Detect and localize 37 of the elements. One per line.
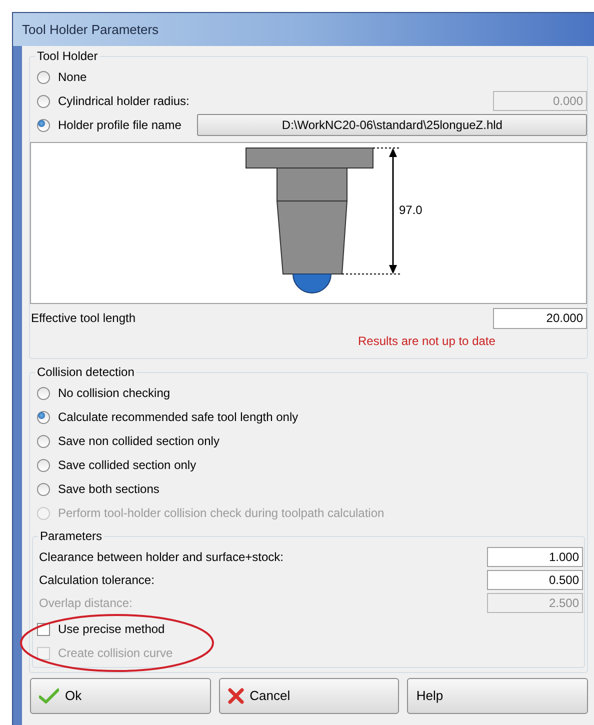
- group-title: Tool Holder: [36, 48, 99, 65]
- file-button[interactable]: D:\WorkNC20-06\standard\25longueZ.hld: [197, 114, 587, 136]
- close-icon: [228, 688, 244, 704]
- radio-button[interactable]: [37, 118, 50, 132]
- group-title: Collision detection: [36, 364, 136, 381]
- radio-button[interactable]: [37, 410, 50, 424]
- group-title: Parameters: [39, 528, 104, 545]
- radio-button[interactable]: [37, 434, 50, 448]
- checkbox-label: Create collision curve: [58, 645, 173, 662]
- field-label: Effective tool length: [31, 310, 136, 327]
- field-label: Clearance between holder and surface+stock:: [39, 548, 284, 566]
- radio-label[interactable]: Save collided section only: [58, 456, 196, 474]
- radio-button[interactable]: [37, 70, 50, 84]
- warning-text: Results are not up to date: [358, 333, 496, 350]
- dimension-label: 97.0: [399, 202, 422, 219]
- radio-label[interactable]: Save non collided section only: [58, 432, 220, 450]
- effective-length-field[interactable]: 20.000: [493, 308, 587, 328]
- help-button[interactable]: Help: [407, 678, 588, 714]
- check-icon: [39, 688, 59, 704]
- radio-label[interactable]: Holder profile file name: [58, 116, 182, 134]
- radio-label[interactable]: Calculate recommended safe tool length only: [58, 408, 298, 426]
- field-label: Calculation tolerance:: [39, 572, 154, 588]
- radio-button[interactable]: [37, 482, 50, 496]
- number-field[interactable]: 0.500: [487, 570, 583, 590]
- radio-label: Perform tool-holder collision check during toolpath calculation: [58, 505, 384, 522]
- radio-label[interactable]: None: [58, 68, 87, 86]
- radio-button[interactable]: [37, 386, 50, 400]
- number-field[interactable]: 1.000: [487, 546, 583, 566]
- ok-button[interactable]: Ok: [30, 678, 211, 714]
- cancel-button[interactable]: Cancel: [218, 678, 400, 714]
- radio-button[interactable]: [37, 458, 50, 472]
- window-title: Tool Holder Parameters: [22, 20, 159, 39]
- radio-label[interactable]: Save both sections: [58, 480, 160, 498]
- number-field: 2.500: [487, 592, 583, 612]
- radio-label[interactable]: No collision checking: [58, 384, 170, 402]
- field-label: Overlap distance:: [39, 594, 132, 612]
- checkbox-label[interactable]: Use precise method: [58, 620, 165, 638]
